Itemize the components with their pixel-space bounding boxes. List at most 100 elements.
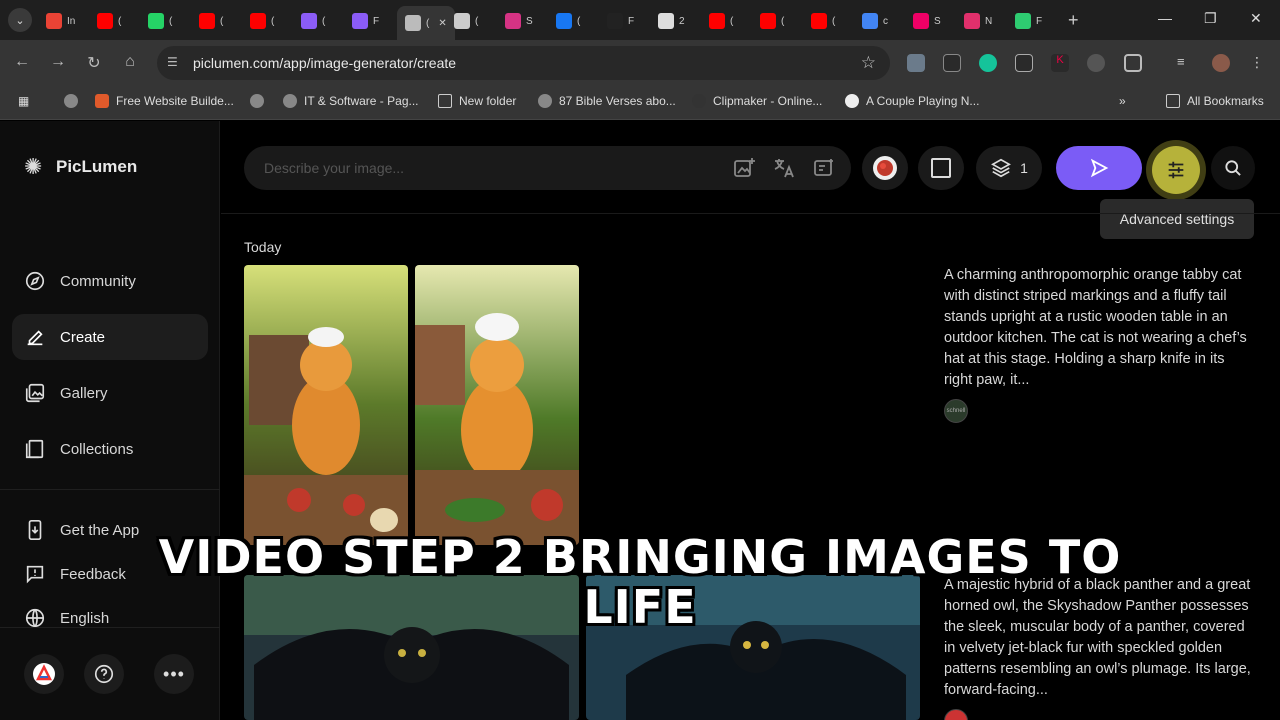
collections-icon [25,439,44,459]
address-bar[interactable]: ☰ piclumen.com/app/image-generator/creat… [157,46,890,80]
aspect-ratio-button[interactable] [918,146,964,190]
ellipsis-icon: ••• [163,663,185,684]
browser-tab[interactable]: ( [199,8,223,34]
send-icon [1090,158,1109,178]
extensions-puzzle-icon[interactable] [1124,54,1142,72]
more-bookmarks-icon[interactable]: » [1119,94,1126,108]
bookmark-globe-icon[interactable] [250,94,264,108]
tab-favicon-icon [607,13,623,29]
more-options-button[interactable]: ••• [154,654,194,694]
all-bookmarks-folder[interactable]: All Bookmarks [1166,94,1264,108]
generated-image-cat-2[interactable] [415,265,579,545]
bookmark-star-icon[interactable]: ☆ [861,53,876,73]
square-ratio-icon [931,158,951,178]
batch-size-button[interactable]: 1 [976,146,1042,190]
apps-grid-icon[interactable]: ▦ [18,94,29,108]
bookmark-globe-icon[interactable] [64,94,78,108]
generated-image-cat-1[interactable] [244,265,408,545]
browser-tab[interactable]: ( [301,8,325,34]
tab-label: ( [118,15,122,27]
batch-count: 1 [1020,160,1028,176]
bookmark-item[interactable]: A Couple Playing N... [845,94,979,108]
extension-cube-icon[interactable] [1015,54,1033,72]
bookmark-folder[interactable]: New folder [438,94,516,108]
restore-button[interactable]: ❐ [1204,10,1217,27]
extension-gear-icon[interactable] [1087,54,1105,72]
tab-label: 2 [679,15,685,27]
close-tab-icon[interactable]: ✕ [438,18,446,29]
globe-icon [25,608,45,628]
generate-button[interactable] [1056,146,1142,190]
back-icon[interactable]: ← [12,53,32,71]
browser-tab[interactable]: F [1015,8,1042,34]
browser-tab[interactable]: S [505,8,533,34]
reload-icon[interactable]: ↻ [84,53,104,73]
browser-tab[interactable]: ( [250,8,274,34]
close-window-button[interactable]: ✕ [1250,10,1262,27]
browser-tab[interactable]: c [862,8,888,34]
add-image-icon[interactable] [732,156,756,180]
model-badge: schnell [944,399,968,423]
site-info-icon[interactable]: ☰ [167,55,183,71]
brand-logo[interactable]: ✺ PicLumen [24,155,137,179]
search-button[interactable] [1211,146,1255,190]
tab-favicon-icon [46,13,62,29]
bookmark-item[interactable]: 87 Bible Verses abo... [538,94,676,108]
model-select-button[interactable] [862,146,908,190]
media-control-icon[interactable]: ≡ [1177,54,1195,72]
browser-tab[interactable]: ( [811,8,835,34]
extension-crown-icon[interactable] [943,54,961,72]
profile-avatar[interactable] [1212,54,1230,72]
tab-favicon-icon [301,13,317,29]
browser-tab[interactable]: ( [454,8,478,34]
user-avatar[interactable] [24,654,64,694]
advanced-settings-button[interactable] [1152,146,1200,194]
new-tab-button[interactable]: + [1068,10,1079,31]
video-caption: VIDEO STEP 2 BRINGING IMAGES TO LIFE [140,532,1140,632]
tab-favicon-icon [862,13,878,29]
help-button[interactable] [84,654,124,694]
nav-collections[interactable]: Collections [12,426,208,472]
nav-gallery[interactable]: Gallery [12,370,208,416]
browser-tab[interactable]: ( [556,8,580,34]
nav-create[interactable]: Create [12,314,208,360]
tab-search-button[interactable]: ⌄ [8,8,32,32]
browser-tab[interactable]: N [964,8,992,34]
browser-tab[interactable]: ( [97,8,121,34]
browser-tab[interactable]: F [352,8,379,34]
bookmark-item[interactable]: Clipmaker - Online... [692,94,822,108]
browser-menu-icon[interactable]: ⋮ [1250,54,1268,72]
tab-label: ( [426,17,430,29]
grammarly-icon[interactable] [979,54,997,72]
extension-icon[interactable] [907,54,925,72]
sunburst-logo-icon: ✺ [24,154,43,179]
browser-tab[interactable]: ( [709,8,733,34]
translate-icon[interactable] [772,156,796,180]
browser-tab[interactable]: In [46,8,75,34]
tab-favicon-icon [556,13,572,29]
tab-label: ( [475,15,479,27]
sliders-icon [1168,161,1184,179]
home-icon[interactable]: ⌂ [120,53,140,71]
tab-favicon-icon [352,13,368,29]
bookmark-item[interactable]: IT & Software - Pag... [283,94,419,108]
browser-tab[interactable]: ( [760,8,784,34]
search-icon [1225,160,1241,176]
browser-tab[interactable]: F [607,8,634,34]
prompt-enhance-icon[interactable] [812,156,836,180]
tab-favicon-icon [658,13,674,29]
pen-icon [27,330,43,346]
browser-tab[interactable]: S [913,8,941,34]
model-badge-icon [944,709,968,720]
bookmark-item[interactable]: Free Website Builde... [95,94,234,108]
extension-k-icon[interactable]: K [1051,54,1069,72]
caption-line: VIDEO STEP 2 BRINGING IMAGES TO [158,530,1122,584]
minimize-button[interactable]: — [1158,10,1172,26]
browser-tab[interactable]: (✕ [397,6,455,40]
prompt-input[interactable] [264,157,704,179]
browser-tab[interactable]: ( [148,8,172,34]
tab-favicon-icon [709,13,725,29]
forward-icon[interactable]: → [48,53,68,71]
nav-community[interactable]: Community [12,258,208,304]
browser-tab[interactable]: 2 [658,8,685,34]
